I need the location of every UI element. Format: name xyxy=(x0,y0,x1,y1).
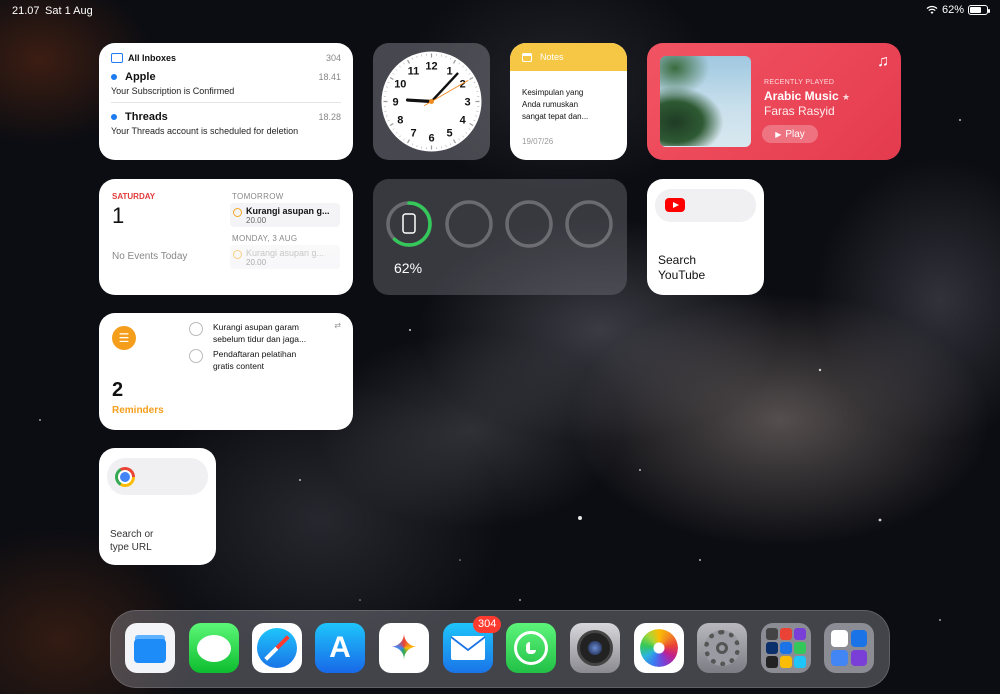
status-bar: 21.07 Sat 1 Aug 62% xyxy=(0,0,1000,22)
clock-numeral: 3 xyxy=(464,97,470,109)
mail-subject: Your Subscription is Confirmed xyxy=(111,86,235,96)
hour-hand xyxy=(405,98,434,104)
calendar-widget[interactable]: SATURDAY 1 No Events Today TOMORROW Kura… xyxy=(99,179,353,295)
album-art[interactable] xyxy=(660,56,751,147)
mail-message[interactable]: Threads 18.28 Your Threads account is sc… xyxy=(111,102,341,142)
clock-numeral: 12 xyxy=(425,61,437,73)
reminder-item[interactable]: Pendaftaran pelatihan gratis content xyxy=(189,348,339,372)
reminders-label: Reminders xyxy=(112,405,164,416)
youtube-logo-icon xyxy=(665,198,685,212)
mail-widget-title: All Inboxes xyxy=(128,53,177,63)
clock-numeral: 8 xyxy=(397,115,403,127)
notes-icon xyxy=(522,52,532,62)
reminder-ring-icon xyxy=(233,208,242,217)
youtube-widget-label: Search YouTube xyxy=(658,253,706,282)
note-preview: Kesimpulan yang Anda rumuskan sangat tep… xyxy=(510,71,627,123)
recently-played-label: RECENTLY PLAYED xyxy=(764,79,835,86)
reminders-widget[interactable]: ☰ 2 Reminders ⇄ Kurangi asupan garam seb… xyxy=(99,313,353,430)
files-icon[interactable] xyxy=(125,623,175,673)
event-title: Kurangi asupan g... xyxy=(246,248,325,258)
mail-sender: Apple xyxy=(125,71,156,83)
clock-numeral: 5 xyxy=(446,128,452,140)
artist-name: Faras Rasyid xyxy=(764,104,835,118)
reminder-checkbox[interactable] xyxy=(189,349,203,363)
play-icon: ▶ xyxy=(775,129,782,139)
clock-widget[interactable]: 12 1 2 3 4 5 6 7 8 9 10 11 xyxy=(373,43,490,160)
chrome-logo-icon xyxy=(115,467,135,487)
unread-dot-icon xyxy=(111,114,117,120)
clock-numeral: 6 xyxy=(428,133,434,145)
battery-rings xyxy=(386,200,613,248)
batteries-widget[interactable]: 62% xyxy=(373,179,627,295)
clock-center xyxy=(429,99,434,104)
mail-badge: 304 xyxy=(473,616,502,633)
note-date: 19/07/26 xyxy=(522,137,554,146)
clock-numeral: 11 xyxy=(408,65,420,77)
mail-time: 18.41 xyxy=(318,72,341,82)
reminders-list-icon: ☰ xyxy=(112,326,136,350)
event-time: 20.00 xyxy=(246,258,267,267)
reminder-ring-icon xyxy=(233,250,242,259)
battery-widget-percent: 62% xyxy=(394,260,423,276)
camera-icon[interactable] xyxy=(570,623,620,673)
song-title: Arabic Music ★ xyxy=(764,89,851,103)
settings-icon[interactable] xyxy=(697,623,747,673)
whatsapp-icon[interactable] xyxy=(506,623,556,673)
clock-numeral: 4 xyxy=(460,115,467,127)
app-folder-icon[interactable] xyxy=(761,623,811,673)
inbox-icon xyxy=(111,53,123,63)
play-label: Play xyxy=(785,128,805,140)
safari-icon[interactable] xyxy=(252,623,302,673)
note-line: sangat tepat dan... xyxy=(522,112,589,121)
music-note-icon: ♫ xyxy=(877,53,889,70)
note-line: Kesimpulan yang xyxy=(522,88,584,97)
mail-message[interactable]: Apple 18.41 Your Subscription is Confirm… xyxy=(111,63,341,102)
mail-count: 304 xyxy=(325,53,341,63)
no-events-label: No Events Today xyxy=(112,251,188,262)
clock-numeral: 7 xyxy=(410,128,416,140)
event-title: Kurangi asupan g... xyxy=(246,206,330,216)
photos-icon[interactable] xyxy=(634,623,684,673)
calendar-event[interactable]: Kurangi asupan g... 20.00 xyxy=(230,245,340,269)
youtube-widget[interactable]: Search YouTube xyxy=(647,179,764,295)
music-widget[interactable]: ♫ RECENTLY PLAYED Arabic Music ★ Faras R… xyxy=(647,43,901,160)
reminder-item[interactable]: Kurangi asupan garam sebelum tidur dan j… xyxy=(189,321,339,345)
app-library-icon[interactable] xyxy=(824,623,874,673)
wifi-icon xyxy=(926,5,938,14)
section-heading: MONDAY, 3 AUG xyxy=(232,234,298,243)
star-icon: ★ xyxy=(842,92,851,102)
calendar-day: SATURDAY xyxy=(112,192,156,201)
app-store-icon[interactable]: A xyxy=(315,623,365,673)
status-date: Sat 1 Aug xyxy=(45,5,93,17)
chrome-widget-label: Search or type URL xyxy=(110,529,154,553)
section-heading: TOMORROW xyxy=(232,192,284,201)
analog-clock: 12 1234567891011 xyxy=(381,51,482,152)
play-button[interactable]: ▶ Play xyxy=(762,125,818,143)
mail-widget[interactable]: All Inboxes 304 Apple 18.41 Your Subscri… xyxy=(99,43,353,160)
calendar-event[interactable]: Kurangi asupan g... 20.00 xyxy=(230,203,340,227)
messages-icon[interactable] xyxy=(189,623,239,673)
notes-title: Notes xyxy=(540,52,564,62)
event-time: 20.00 xyxy=(246,216,267,225)
chrome-widget[interactable]: Search or type URL xyxy=(99,448,216,565)
mail-subject: Your Threads account is scheduled for de… xyxy=(111,126,299,136)
battery-icon xyxy=(968,5,990,15)
status-time: 21.07 xyxy=(12,5,40,17)
reminders-count: 2 xyxy=(112,379,124,401)
gemini-icon[interactable]: ✦ xyxy=(379,623,429,673)
clock-numeral: 10 xyxy=(394,79,406,91)
notes-widget[interactable]: Notes Kesimpulan yang Anda rumuskan sang… xyxy=(510,43,627,160)
battery-percent: 62% xyxy=(941,4,964,16)
clock-numeral: 1 xyxy=(446,65,452,77)
note-line: Anda rumuskan xyxy=(522,100,579,109)
ipad-device-icon xyxy=(402,213,416,234)
unread-dot-icon xyxy=(111,74,117,80)
calendar-date: 1 xyxy=(112,203,125,228)
mail-time: 18.28 xyxy=(318,112,341,122)
reminder-checkbox[interactable] xyxy=(189,322,203,336)
mail-sender: Threads xyxy=(125,111,168,123)
clock-numeral: 9 xyxy=(392,97,398,109)
